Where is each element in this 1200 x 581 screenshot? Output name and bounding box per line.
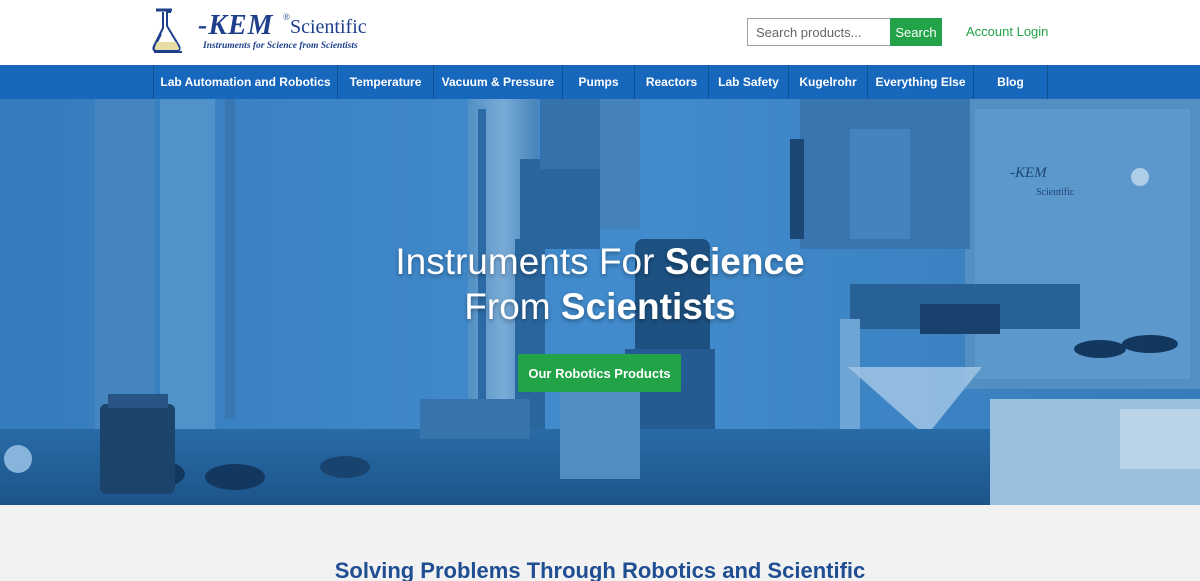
robotics-products-button[interactable]: Our Robotics Products: [518, 354, 681, 392]
intro-section: Solving Problems Through Robotics and Sc…: [0, 505, 1200, 581]
nav-item-vacuum-pressure[interactable]: Vacuum & Pressure: [433, 65, 562, 99]
logo-scientific-text: Scientific: [290, 16, 367, 38]
hero-line-2-regular: From: [464, 286, 561, 327]
nav-item-temperature[interactable]: Temperature: [337, 65, 433, 99]
hero-headline-line-1: Instruments For Science: [0, 241, 1200, 283]
nav-item-lab-safety[interactable]: Lab Safety: [708, 65, 788, 99]
hero-headline-line-2: From Scientists: [0, 286, 1200, 328]
logo-wordmark: -KEM: [198, 10, 274, 41]
hero-line-2-bold: Scientists: [560, 286, 736, 327]
section-heading: Solving Problems Through Robotics and Sc…: [334, 558, 866, 581]
search-button[interactable]: Search: [890, 18, 942, 46]
logo-registered-mark: ®: [283, 12, 290, 22]
search-input[interactable]: [747, 18, 891, 46]
flask-logo-icon: [152, 8, 182, 53]
site-logo[interactable]: -KEM ® Scientific Instruments for Scienc…: [152, 6, 392, 56]
nav-item-lab-automation[interactable]: Lab Automation and Robotics: [153, 65, 337, 99]
nav-item-reactors[interactable]: Reactors: [634, 65, 708, 99]
nav-list: Lab Automation and Robotics Temperature …: [153, 65, 1048, 99]
main-nav: Lab Automation and Robotics Temperature …: [0, 65, 1200, 99]
account-login-link[interactable]: Account Login: [966, 24, 1048, 39]
nav-item-pumps[interactable]: Pumps: [562, 65, 634, 99]
nav-item-blog[interactable]: Blog: [973, 65, 1048, 99]
nav-item-everything-else[interactable]: Everything Else: [867, 65, 973, 99]
site-header: -KEM ® Scientific Instruments for Scienc…: [0, 0, 1200, 65]
hero-banner: -KEM Scientific Instruments For Science …: [0, 99, 1200, 505]
logo-tagline: Instruments for Science from Scientists: [203, 41, 358, 51]
nav-item-kugelrohr[interactable]: Kugelrohr: [788, 65, 867, 99]
hero-line-1-bold: Science: [664, 241, 805, 282]
hero-line-1-regular: Instruments For: [395, 241, 665, 282]
